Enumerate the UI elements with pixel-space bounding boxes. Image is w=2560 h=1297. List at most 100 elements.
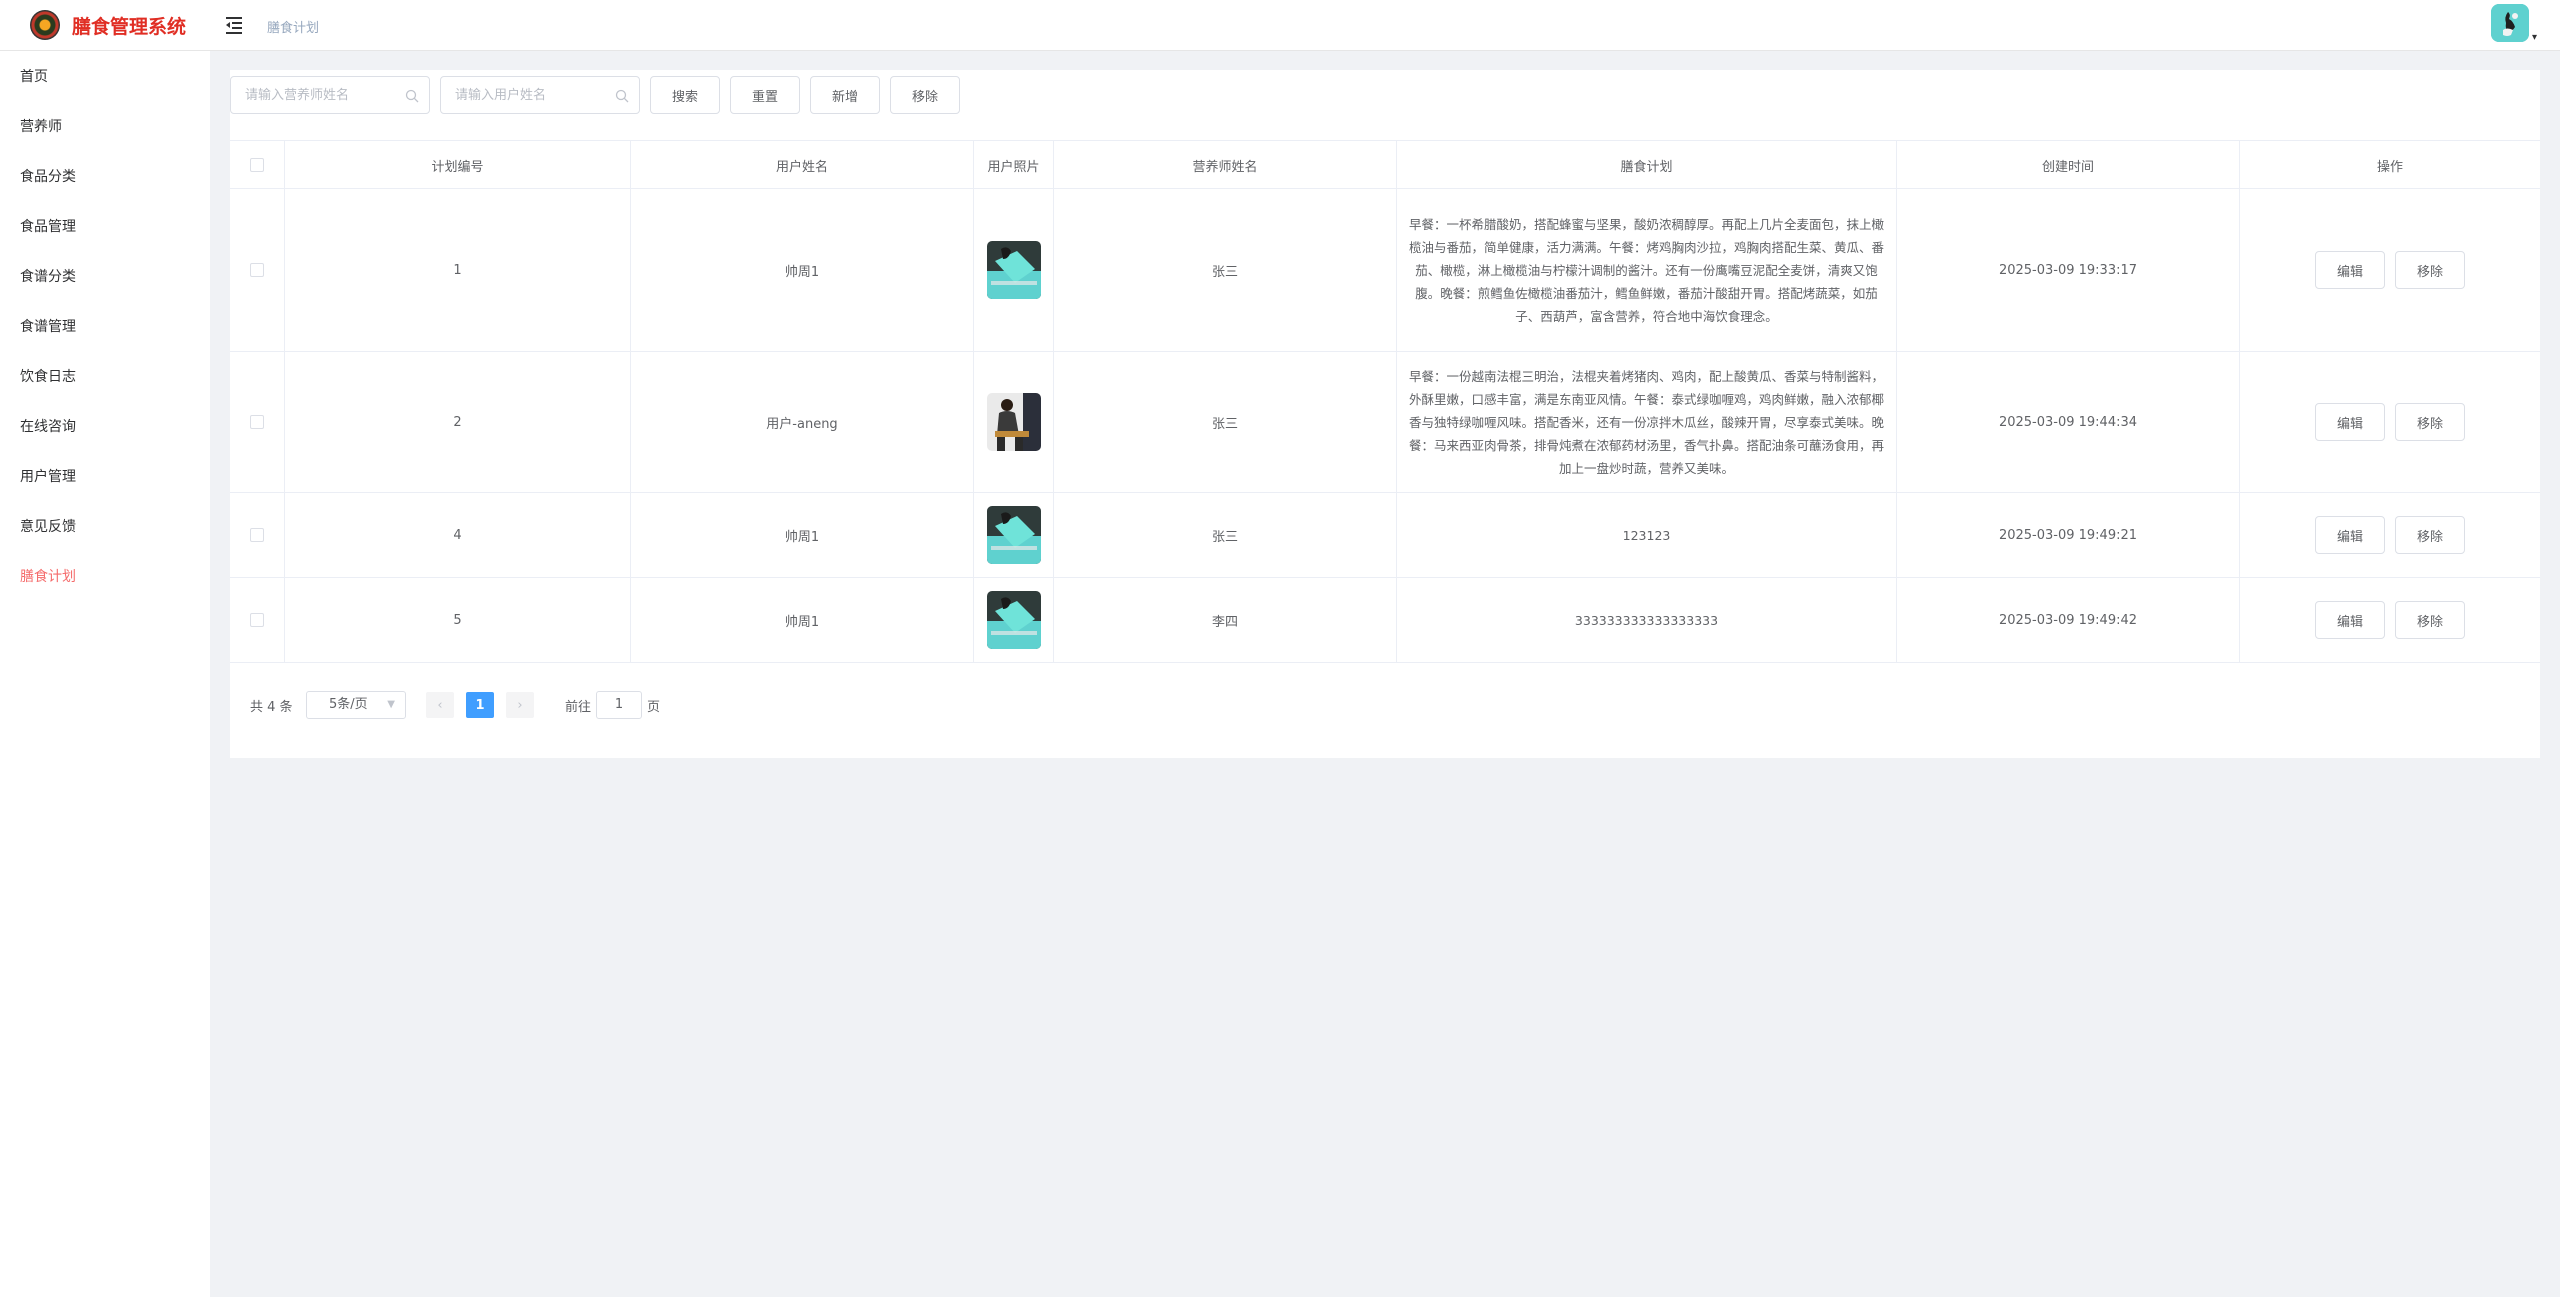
row-checkbox[interactable] xyxy=(250,263,264,277)
row-checkbox[interactable] xyxy=(250,528,264,542)
table-row: 5 帅周1 李四 333333333333333333 2025-03-09 1… xyxy=(230,578,2540,663)
page-suffix: 页 xyxy=(647,700,661,715)
prev-page-button[interactable]: ‹ xyxy=(426,692,454,718)
sidebar-item-meal-plan[interactable]: 膳食计划 xyxy=(20,566,76,586)
dietitian-name: 李四 xyxy=(1054,578,1397,662)
page-number-current[interactable]: 1 xyxy=(466,692,494,718)
user-photo[interactable] xyxy=(986,591,1041,649)
row-actions: 编辑 移除 xyxy=(2240,189,2540,351)
user-search-field[interactable] xyxy=(440,76,640,114)
meal-plan-text: 早餐：一份越南法棍三明治，法棍夹着烤猪肉、鸡肉，配上酸黄瓜、香菜与特制酱料，外酥… xyxy=(1397,352,1897,492)
user-photo[interactable] xyxy=(986,393,1041,451)
table-row: 1 帅周1 张三 早餐：一杯希腊酸奶，搭配蜂蜜与坚果，酸奶浓稠醇厚。再配上几片全… xyxy=(230,189,2540,352)
sidebar-item-home[interactable]: 首页 xyxy=(20,66,48,86)
add-button[interactable]: 新增 xyxy=(810,76,880,114)
column-header: 用户照片 xyxy=(974,141,1054,189)
user-photo-cell xyxy=(974,493,1054,577)
user-name: 帅周1 xyxy=(631,578,974,662)
dietitian-name: 张三 xyxy=(1054,493,1397,577)
search-button[interactable]: 搜索 xyxy=(650,76,720,114)
page-size-value: 5条/页 xyxy=(329,697,368,712)
table-header: 计划编号 用户姓名 用户照片 营养师姓名 膳食计划 创建时间 操作 xyxy=(230,141,2540,189)
plan-id: 2 xyxy=(285,352,631,492)
row-select-cell xyxy=(230,578,285,662)
column-header: 营养师姓名 xyxy=(1054,141,1397,189)
user-name: 帅周1 xyxy=(631,189,974,351)
chevron-right-icon: › xyxy=(517,697,523,713)
chevron-down-icon[interactable]: ▾ xyxy=(2532,32,2537,43)
column-header: 计划编号 xyxy=(285,141,631,189)
sidebar-item-online-consult[interactable]: 在线咨询 xyxy=(20,416,76,436)
pagination: 共 4 条 5条/页 ▼ ‹ 1 › 前往 1 页 xyxy=(230,690,2540,720)
brand: 膳食管理系统 xyxy=(30,10,186,40)
edit-button[interactable]: 编辑 xyxy=(2315,251,2385,289)
sidebar: 首页 营养师 食品分类 食品管理 食谱分类 食谱管理 饮食日志 在线咨询 用户管… xyxy=(0,51,210,1297)
row-actions: 编辑 移除 xyxy=(2240,578,2540,662)
logo-icon xyxy=(30,10,60,40)
plan-id: 5 xyxy=(285,578,631,662)
chevron-down-icon: ▼ xyxy=(387,699,395,710)
app-title: 膳食管理系统 xyxy=(72,15,187,38)
sidebar-item-feedback[interactable]: 意见反馈 xyxy=(20,516,76,536)
table-row: 4 帅周1 张三 123123 2025-03-09 19:49:21 编辑 移… xyxy=(230,493,2540,578)
row-remove-button[interactable]: 移除 xyxy=(2395,251,2465,289)
row-select-cell xyxy=(230,493,285,577)
sidebar-item-user-management[interactable]: 用户管理 xyxy=(20,466,76,486)
top-header: 膳食管理系统 膳食计划 ▾ xyxy=(0,0,2560,51)
dietitian-name: 张三 xyxy=(1054,189,1397,351)
created-time: 2025-03-09 19:49:21 xyxy=(1897,493,2240,577)
plan-id: 1 xyxy=(285,189,631,351)
chevron-left-icon: ‹ xyxy=(437,697,443,713)
meal-plan-table: 计划编号 用户姓名 用户照片 营养师姓名 膳食计划 创建时间 操作 1 帅周1 … xyxy=(230,140,2540,663)
next-page-button[interactable]: › xyxy=(506,692,534,718)
row-select-cell xyxy=(230,352,285,492)
meal-plan-text: 早餐：一杯希腊酸奶，搭配蜂蜜与坚果，酸奶浓稠醇厚。再配上几片全麦面包，抹上橄榄油… xyxy=(1397,189,1897,351)
created-time: 2025-03-09 19:44:34 xyxy=(1897,352,2240,492)
row-select-cell xyxy=(230,189,285,351)
goto-page-input[interactable]: 1 xyxy=(596,691,642,719)
user-photo-cell xyxy=(974,189,1054,351)
dietitian-search-input[interactable] xyxy=(231,77,391,113)
search-icon xyxy=(615,89,629,103)
created-time: 2025-03-09 19:33:17 xyxy=(1897,189,2240,351)
sidebar-item-recipe-management[interactable]: 食谱管理 xyxy=(20,316,76,336)
meal-plan-text: 123123 xyxy=(1397,493,1897,577)
sidebar-item-dietitian[interactable]: 营养师 xyxy=(20,116,62,136)
goto-label: 前往 xyxy=(565,700,592,715)
reset-button[interactable]: 重置 xyxy=(730,76,800,114)
remove-button[interactable]: 移除 xyxy=(890,76,960,114)
search-icon xyxy=(405,89,419,103)
column-header: 创建时间 xyxy=(1897,141,2240,189)
user-photo-cell xyxy=(974,352,1054,492)
row-remove-button[interactable]: 移除 xyxy=(2395,403,2465,441)
menu-toggle-icon[interactable] xyxy=(226,16,244,34)
edit-button[interactable]: 编辑 xyxy=(2315,516,2385,554)
edit-button[interactable]: 编辑 xyxy=(2315,403,2385,441)
created-time: 2025-03-09 19:49:42 xyxy=(1897,578,2240,662)
select-all-checkbox[interactable] xyxy=(250,158,264,172)
page-size-select[interactable]: 5条/页 ▼ xyxy=(306,691,406,719)
user-photo[interactable] xyxy=(986,241,1041,299)
row-checkbox[interactable] xyxy=(250,613,264,627)
column-header: 膳食计划 xyxy=(1397,141,1897,189)
row-remove-button[interactable]: 移除 xyxy=(2395,516,2465,554)
main-card: 搜索 重置 新增 移除 计划编号 用户姓名 用户照片 营养师姓名 膳食计划 创建… xyxy=(230,70,2540,758)
user-photo[interactable] xyxy=(986,506,1041,564)
breadcrumb[interactable]: 膳食计划 xyxy=(267,17,319,36)
user-photo-cell xyxy=(974,578,1054,662)
user-search-input[interactable] xyxy=(441,77,601,113)
sidebar-item-diet-log[interactable]: 饮食日志 xyxy=(20,366,76,386)
sidebar-item-food-management[interactable]: 食品管理 xyxy=(20,216,76,236)
edit-button[interactable]: 编辑 xyxy=(2315,601,2385,639)
row-checkbox[interactable] xyxy=(250,415,264,429)
row-remove-button[interactable]: 移除 xyxy=(2395,601,2465,639)
sidebar-item-recipe-category[interactable]: 食谱分类 xyxy=(20,266,76,286)
meal-plan-text: 333333333333333333 xyxy=(1397,578,1897,662)
row-actions: 编辑 移除 xyxy=(2240,493,2540,577)
avatar[interactable] xyxy=(2491,4,2529,42)
sidebar-item-food-category[interactable]: 食品分类 xyxy=(20,166,76,186)
pagination-total: 共 4 条 xyxy=(250,700,293,715)
header-select-all[interactable] xyxy=(230,141,285,189)
dietitian-search-field[interactable] xyxy=(230,76,430,114)
user-name: 帅周1 xyxy=(631,493,974,577)
